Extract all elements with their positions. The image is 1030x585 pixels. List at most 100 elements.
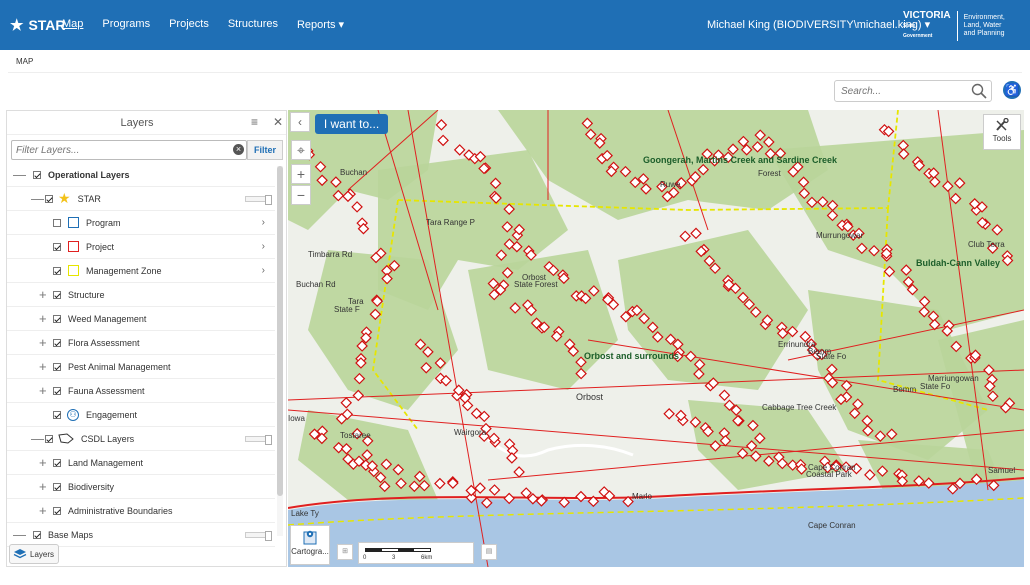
basemap-button[interactable]: Cartogra... xyxy=(290,525,330,565)
basemap-label: Cartogra... xyxy=(291,547,329,556)
layers-panel-title: Layers xyxy=(120,117,154,129)
chevron-right-icon[interactable]: › xyxy=(262,217,265,228)
scrollbar-thumb[interactable] xyxy=(277,166,283,496)
map-label: State F xyxy=(334,305,360,314)
layer-checkbox[interactable] xyxy=(53,410,61,419)
scale-bar-graphic xyxy=(365,548,431,552)
layer-row[interactable]: + Biodiversity xyxy=(7,475,275,499)
layer-row[interactable]: ⚇ Engagement xyxy=(7,403,275,427)
brand[interactable]: ★ STAR xyxy=(10,16,66,34)
layer-row[interactable]: + Administrative Boundaries xyxy=(7,499,275,523)
scale-6: 6km xyxy=(421,555,433,561)
close-icon[interactable]: ✕ xyxy=(273,115,283,129)
nav-projects[interactable]: Projects xyxy=(169,18,209,31)
zoom-in-button[interactable]: + xyxy=(291,164,311,184)
layer-label: Program xyxy=(86,217,121,228)
layer-label: Fauna Assessment xyxy=(68,385,145,396)
layer-row[interactable]: + Flora Assessment xyxy=(7,331,275,355)
opacity-slider[interactable] xyxy=(245,435,272,445)
map-label: Timbarra Rd xyxy=(308,250,353,259)
opacity-slider[interactable] xyxy=(245,531,272,541)
chevron-right-icon[interactable]: › xyxy=(262,265,265,276)
expand-icon[interactable]: + xyxy=(39,383,47,398)
layer-checkbox[interactable] xyxy=(33,530,41,539)
layer-row[interactable]: + Fauna Assessment xyxy=(7,379,275,403)
nav-programs[interactable]: Programs xyxy=(102,18,150,31)
expand-icon[interactable]: + xyxy=(39,455,47,470)
map-label: Cape Conran xyxy=(808,521,856,530)
expand-icon[interactable]: + xyxy=(39,359,47,374)
search-input[interactable] xyxy=(835,81,955,101)
layer-checkbox[interactable] xyxy=(53,362,61,371)
map-canvas[interactable]: Goongerah, Martins Creek and Sardine Cre… xyxy=(288,110,1024,567)
nav-map[interactable]: Map xyxy=(62,18,83,31)
search-icon[interactable] xyxy=(971,83,987,99)
layer-checkbox[interactable] xyxy=(53,482,61,491)
filter-layers-input[interactable] xyxy=(12,141,212,159)
opacity-slider[interactable] xyxy=(245,195,272,205)
layer-row[interactable]: — CSDL Layers xyxy=(7,427,275,451)
engagement-icon: ⚇ xyxy=(67,408,79,421)
layer-checkbox[interactable] xyxy=(33,170,41,179)
menu-icon[interactable]: ≡ xyxy=(251,115,258,129)
dept-line-3: and Planning xyxy=(963,30,1005,37)
user-menu[interactable]: Michael King (BIODIVERSITY\michael.king)… xyxy=(707,18,930,31)
layer-row[interactable]: + Land Management xyxy=(7,451,275,475)
chevron-right-icon[interactable]: › xyxy=(262,241,265,252)
nav-structures[interactable]: Structures xyxy=(228,18,278,31)
brand-label: STAR xyxy=(28,17,66,33)
layer-row[interactable]: Program › xyxy=(7,211,275,235)
top-nav-bar: ★ STAR Map Programs Projects Structures … xyxy=(0,0,1030,50)
layer-checkbox[interactable] xyxy=(53,290,61,299)
layer-checkbox[interactable] xyxy=(53,314,61,323)
measure-icon[interactable]: ⊞ xyxy=(337,544,353,560)
collapse-icon[interactable]: — xyxy=(13,167,26,182)
dept-line-2: Land, Water xyxy=(963,22,1002,29)
layers-tab[interactable]: Layers xyxy=(9,544,59,564)
collapse-icon[interactable]: — xyxy=(31,431,44,446)
expand-icon[interactable]: + xyxy=(39,479,47,494)
expand-icon[interactable]: + xyxy=(39,335,47,350)
layer-checkbox[interactable] xyxy=(53,386,61,395)
layer-row[interactable]: + Pest Animal Management xyxy=(7,355,275,379)
tools-button[interactable]: Tools xyxy=(983,114,1021,150)
layer-row[interactable]: Management Zone › xyxy=(7,259,275,283)
layer-row[interactable]: + Weed Management xyxy=(7,307,275,331)
nav-reports[interactable]: Reports ▾ xyxy=(297,18,344,31)
scale-0: 0 xyxy=(363,555,367,561)
layer-checkbox[interactable] xyxy=(45,434,53,443)
expand-icon[interactable]: + xyxy=(39,311,47,326)
layer-label: Biodiversity xyxy=(68,481,115,492)
filter-button[interactable]: Filter xyxy=(247,140,283,160)
layer-symbol-icon xyxy=(68,217,79,228)
map-label: Iowa xyxy=(288,414,305,423)
scale-settings-icon[interactable]: ▤ xyxy=(481,544,497,560)
layer-checkbox[interactable] xyxy=(53,266,61,275)
layer-checkbox[interactable] xyxy=(53,242,61,251)
locate-icon[interactable]: ⌖ xyxy=(291,140,311,160)
collapse-panel-button[interactable]: ‹ xyxy=(290,112,310,132)
map-label: Forest xyxy=(758,169,781,178)
layer-checkbox[interactable] xyxy=(45,194,53,203)
zoom-out-button[interactable]: − xyxy=(291,185,311,205)
layer-label: Land Management xyxy=(68,457,144,468)
expand-icon[interactable]: + xyxy=(39,287,47,302)
clear-filter-icon[interactable]: × xyxy=(233,144,244,155)
i-want-to-button[interactable]: I want to... xyxy=(315,114,388,134)
layer-checkbox[interactable] xyxy=(53,338,61,347)
collapse-icon[interactable]: — xyxy=(13,527,26,542)
map-label: State Forest xyxy=(514,280,558,289)
layer-row[interactable]: — ★ STAR xyxy=(7,187,275,211)
collapse-icon[interactable]: — xyxy=(31,191,44,206)
layer-row[interactable]: + Structure xyxy=(7,283,275,307)
layer-checkbox[interactable] xyxy=(53,506,61,515)
layer-row[interactable]: Project › xyxy=(7,235,275,259)
layer-checkbox[interactable] xyxy=(53,218,61,227)
map-label: Buldah-Cann Valley xyxy=(916,258,1001,268)
expand-icon[interactable]: + xyxy=(39,503,47,518)
layer-checkbox[interactable] xyxy=(53,458,61,467)
layers-tab-label: Layers xyxy=(30,549,55,559)
accessibility-icon[interactable]: ♿ xyxy=(1003,81,1021,99)
map-label: Orbost xyxy=(576,392,604,402)
layer-row[interactable]: — Operational Layers xyxy=(7,163,275,187)
